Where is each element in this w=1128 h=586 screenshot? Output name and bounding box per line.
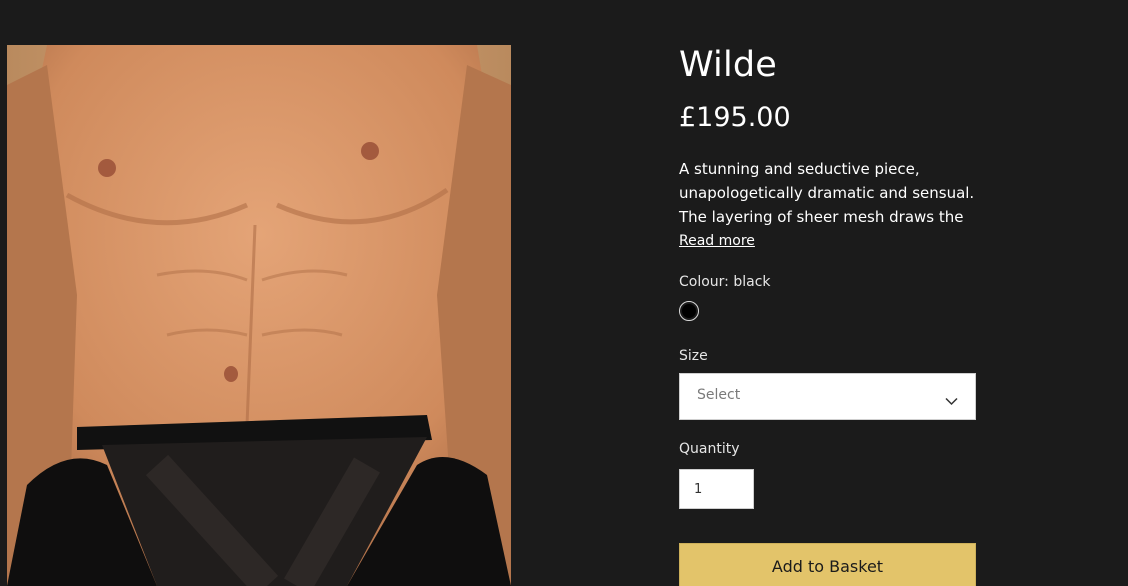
colour-swatch-black[interactable] bbox=[679, 301, 699, 321]
read-more-link[interactable]: Read more bbox=[679, 229, 755, 253]
colour-label: Colour: black bbox=[679, 274, 771, 290]
product-title: Wilde bbox=[679, 45, 778, 85]
quantity-label: Quantity bbox=[679, 441, 740, 457]
quantity-input[interactable] bbox=[679, 469, 754, 509]
description-text: A stunning and seductive piece, unapolog… bbox=[679, 160, 975, 226]
size-dropdown[interactable]: Select bbox=[679, 373, 976, 420]
product-page: Wilde £195.00 A stunning and seductive p… bbox=[0, 0, 1128, 586]
product-image[interactable] bbox=[7, 45, 511, 586]
product-price: £195.00 bbox=[679, 102, 791, 133]
product-description: A stunning and seductive piece, unapolog… bbox=[679, 157, 979, 229]
size-placeholder: Select bbox=[697, 387, 741, 403]
chevron-down-icon bbox=[945, 391, 958, 410]
swatch-fill bbox=[682, 304, 696, 318]
add-to-basket-button[interactable]: Add to Basket bbox=[679, 543, 976, 586]
size-label: Size bbox=[679, 348, 708, 364]
product-photo bbox=[7, 45, 511, 586]
product-info: Wilde £195.00 A stunning and seductive p… bbox=[679, 44, 979, 586]
